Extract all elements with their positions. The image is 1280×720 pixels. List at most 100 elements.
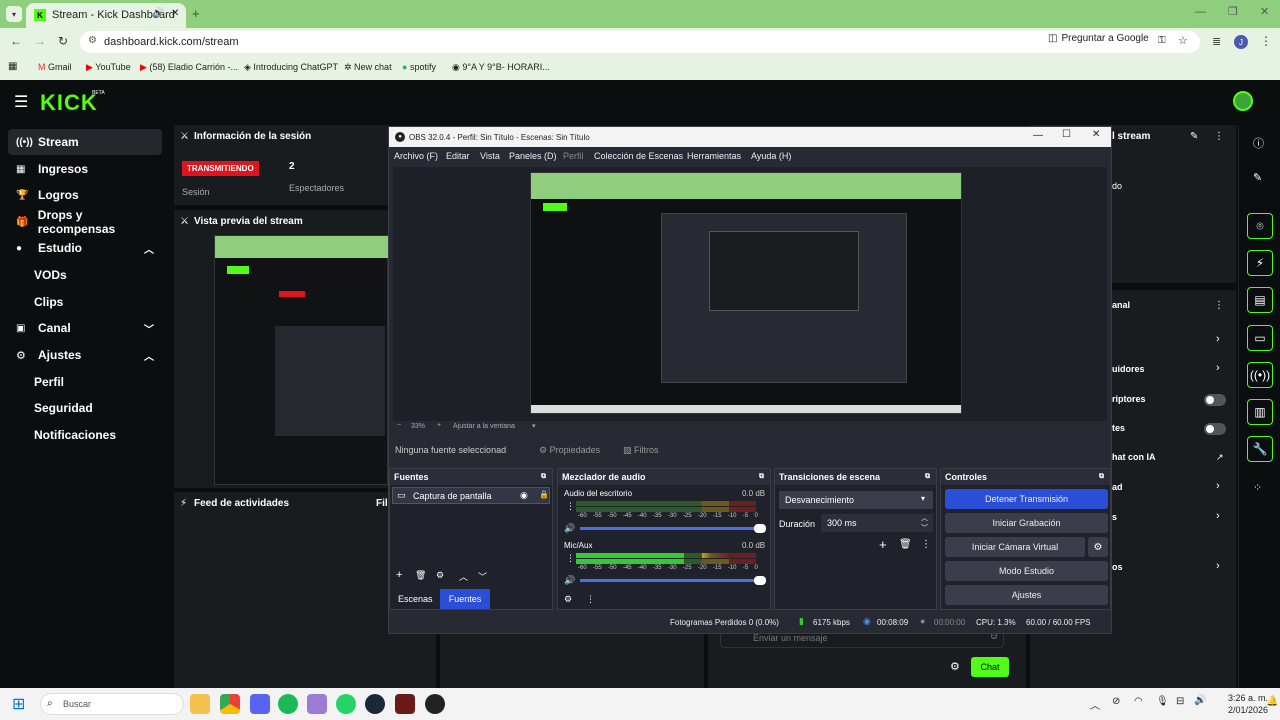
visibility-eye-icon[interactable]: ◉: [520, 490, 528, 501]
stop-streaming-button[interactable]: Detener Transmisión: [945, 489, 1108, 509]
discord-icon[interactable]: [250, 694, 270, 714]
tray-chevron-icon[interactable]: ︿: [1090, 697, 1100, 712]
app-icon[interactable]: [307, 694, 327, 714]
dots-grid-icon[interactable]: ⁘: [1253, 481, 1262, 494]
sidebar-item-vods[interactable]: VODs: [8, 262, 162, 288]
audio-icon[interactable]: 🔊: [152, 8, 164, 19]
mixer-settings-icon[interactable]: ⚙: [564, 594, 572, 605]
edit-icon[interactable]: ✎: [1253, 171, 1262, 184]
speaker-icon[interactable]: 🔊: [564, 575, 575, 586]
emotes-toggle[interactable]: [1204, 423, 1226, 435]
file-explorer-icon[interactable]: [190, 694, 210, 714]
filters-button[interactable]: ▧ Filtros: [623, 445, 659, 456]
bookmark-youtube[interactable]: ▶ YouTube: [86, 62, 131, 73]
chevron-right-icon[interactable]: ›: [1216, 560, 1220, 572]
dock-float-icon[interactable]: ⧉: [759, 473, 764, 481]
bookmark-gmail[interactable]: M Gmail: [38, 62, 72, 72]
move-up-icon[interactable]: ︿: [459, 570, 468, 583]
chevron-right-icon[interactable]: ›: [1216, 480, 1220, 492]
source-settings-icon[interactable]: ⚙: [436, 570, 444, 581]
reload-icon[interactable]: ↻: [58, 34, 68, 48]
sidebar-item-logros[interactable]: 🏆 Logros: [8, 182, 162, 208]
clock-date[interactable]: 2/01/2026: [1228, 705, 1268, 715]
broadcast-tool-button[interactable]: ((•)): [1247, 362, 1273, 388]
bookmark-star-icon[interactable]: ☆: [1178, 34, 1188, 47]
mic-menu-icon[interactable]: ⋮: [566, 553, 575, 564]
chat-send-button[interactable]: Chat: [971, 657, 1009, 677]
start-virtual-camera-button[interactable]: Iniciar Cámara Virtual: [945, 537, 1085, 557]
volume-icon[interactable]: 🔊: [1194, 695, 1206, 706]
notifications-icon[interactable]: 🔔: [1266, 696, 1278, 707]
lock-icon[interactable]: 🔒: [539, 490, 549, 499]
menu-herramientas[interactable]: Herramientas: [687, 151, 741, 161]
dock-float-icon[interactable]: ⧉: [541, 473, 546, 481]
steam-icon[interactable]: [365, 694, 385, 714]
duration-input[interactable]: 300 ms ︿ ﹀: [821, 514, 933, 532]
wrench-tool-button[interactable]: 🔧: [1247, 436, 1273, 462]
reading-list-icon[interactable]: ≣: [1212, 35, 1221, 48]
hamburger-menu-icon[interactable]: ☰: [14, 92, 28, 112]
layout-tool-button[interactable]: ▥: [1247, 399, 1273, 425]
more-icon[interactable]: ⋮: [1214, 300, 1224, 311]
obs-minimize-icon[interactable]: —: [1033, 130, 1043, 141]
zoom-in-icon[interactable]: +: [437, 422, 441, 429]
close-window-icon[interactable]: ✕: [1260, 5, 1269, 18]
menu-paneles[interactable]: Paneles (D): [509, 151, 557, 161]
close-tab-icon[interactable]: ✕: [171, 8, 179, 19]
profile-avatar[interactable]: J: [1234, 35, 1248, 49]
transition-menu-icon[interactable]: ⋮: [921, 539, 931, 550]
notes-tool-button[interactable]: ▤: [1247, 287, 1273, 313]
speaker-icon[interactable]: 🔊: [564, 523, 575, 534]
minimize-window-icon[interactable]: —: [1195, 6, 1206, 18]
dock-float-icon[interactable]: ⧉: [925, 473, 930, 481]
menu-coleccion[interactable]: Colección de Escenas: [594, 151, 683, 161]
back-icon[interactable]: ←: [10, 34, 22, 48]
obs-maximize-icon[interactable]: ☐: [1062, 129, 1071, 140]
menu-ayuda[interactable]: Ayuda (H): [751, 151, 791, 161]
add-transition-icon[interactable]: +: [879, 537, 887, 552]
wifi-icon[interactable]: ◠: [1134, 696, 1143, 707]
desktop-audio-menu-icon[interactable]: ⋮: [566, 501, 575, 512]
zoom-out-icon[interactable]: −: [397, 422, 401, 429]
sidebar-item-estudio[interactable]: ● Estudio ︿: [8, 235, 162, 261]
subscribers-toggle[interactable]: [1204, 394, 1226, 406]
sidebar-item-ajustes[interactable]: ⚙ Ajustes ︿: [8, 342, 162, 368]
mic-volume-slider[interactable]: [580, 576, 766, 585]
obs-preview[interactable]: [393, 167, 1107, 421]
bookmark-eladio[interactable]: ▶ (58) Eladio Carrión -...: [140, 62, 238, 73]
sidebar-item-notificaciones[interactable]: Notificaciones: [8, 422, 162, 448]
sidebar-item-ingresos[interactable]: ▦ Ingresos: [8, 156, 162, 182]
url-bar[interactable]: ⚙ dashboard.kick.com/stream ◫ Preguntar a…: [80, 31, 1200, 53]
taskbar-search[interactable]: ⌕ Buscar: [40, 693, 184, 715]
chevron-right-icon[interactable]: ›: [1216, 333, 1220, 345]
clock-time[interactable]: 3:26 a. m.: [1228, 693, 1268, 703]
browser-menu-icon[interactable]: ⋮: [1260, 34, 1272, 48]
dock-float-icon[interactable]: ⧉: [1099, 473, 1104, 481]
new-tab-icon[interactable]: +: [192, 6, 200, 21]
restore-window-icon[interactable]: ❐: [1228, 5, 1238, 18]
hide-icon[interactable]: ⊘: [1112, 696, 1120, 707]
fit-window-select[interactable]: Ajustar a la ventana: [453, 423, 515, 430]
flash-tool-button[interactable]: ⚡: [1247, 250, 1273, 276]
bookmark-chatgpt[interactable]: ◈ Introducing ChatGPT: [244, 62, 338, 73]
studio-mode-button[interactable]: Modo Estudio: [945, 561, 1108, 581]
chat-tool-button[interactable]: ▭: [1247, 325, 1273, 351]
sidebar-item-stream[interactable]: ((•)) Stream: [8, 129, 162, 155]
delete-source-icon[interactable]: 🗑: [415, 570, 426, 581]
spotify-icon[interactable]: [278, 694, 298, 714]
sidebar-item-perfil[interactable]: Perfil: [8, 369, 162, 395]
sidebar-item-clips[interactable]: Clips: [8, 289, 162, 315]
whatsapp-icon[interactable]: [336, 694, 356, 714]
chat-settings-icon[interactable]: ⚙: [950, 660, 960, 673]
desktop-volume-slider[interactable]: [580, 524, 766, 533]
menu-vista[interactable]: Vista: [480, 151, 500, 161]
camera-tool-button[interactable]: ⌾: [1247, 213, 1273, 239]
windows-start-icon[interactable]: ⊞: [12, 694, 25, 714]
user-avatar[interactable]: [1233, 91, 1253, 111]
game-icon[interactable]: [395, 694, 415, 714]
edit-icon[interactable]: ✎: [1190, 131, 1198, 142]
site-info-icon[interactable]: ⚙: [88, 35, 97, 46]
more-icon[interactable]: ⋮: [1214, 131, 1224, 142]
virtual-camera-settings-icon[interactable]: ⚙: [1088, 537, 1108, 557]
obs-close-icon[interactable]: ✕: [1092, 129, 1100, 140]
